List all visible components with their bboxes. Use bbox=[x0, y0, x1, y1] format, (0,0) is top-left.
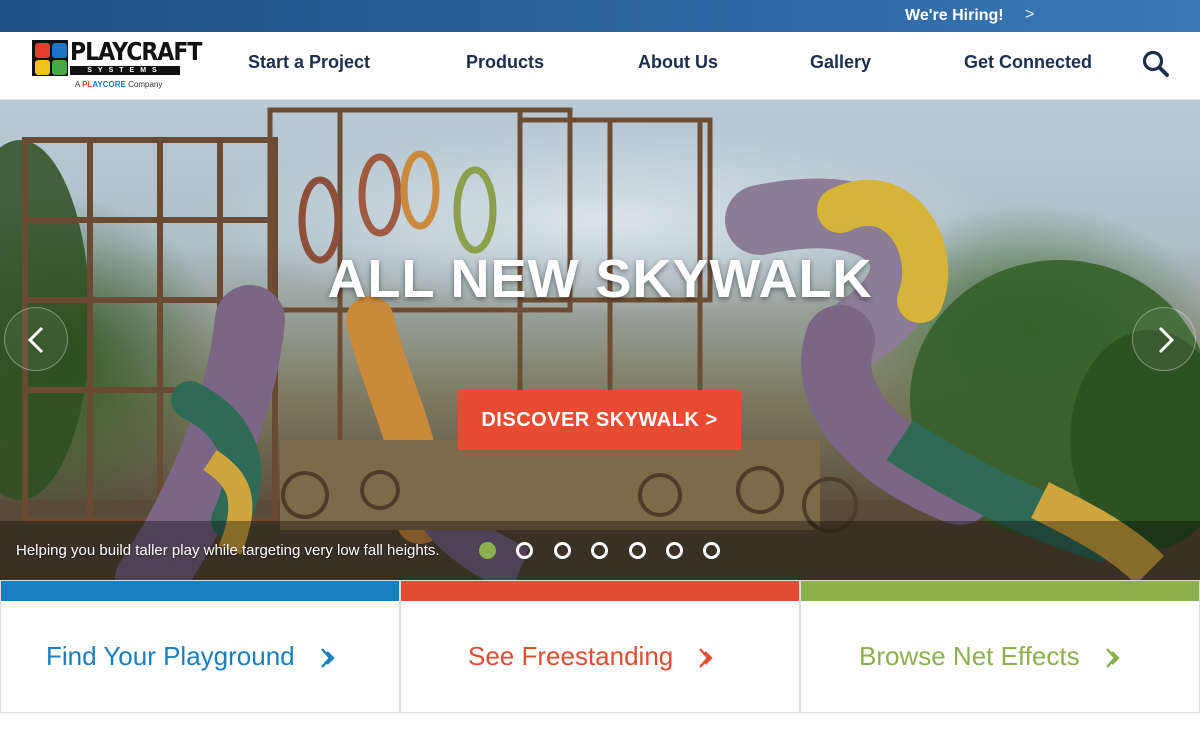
carousel-prev-button[interactable] bbox=[4, 307, 68, 371]
double-chevron-right-icon bbox=[699, 648, 713, 668]
search-icon bbox=[1142, 50, 1169, 77]
logo-mark-icon bbox=[32, 40, 68, 76]
logo-tagline: A PLAYCORE Company bbox=[75, 80, 163, 89]
carousel-dot-3[interactable] bbox=[554, 542, 571, 559]
playground-hero-image bbox=[0, 107, 1200, 580]
nav-about-us[interactable]: About Us bbox=[638, 52, 718, 73]
search-button[interactable] bbox=[1140, 48, 1172, 80]
discover-skywalk-button[interactable]: DISCOVER SKYWALK > bbox=[458, 390, 741, 450]
double-chevron-right-icon bbox=[321, 648, 335, 668]
carousel-dot-4[interactable] bbox=[591, 542, 608, 559]
site-header: PLAYCRAFT SYSTEMS A PLAYCORE Company Sta… bbox=[0, 32, 1200, 100]
double-chevron-right-icon bbox=[1106, 648, 1120, 668]
card-browse-net-effects[interactable]: Browse Net Effects bbox=[800, 580, 1200, 713]
carousel-dot-2[interactable] bbox=[516, 542, 533, 559]
card-label: Browse Net Effects bbox=[859, 641, 1080, 671]
slide-caption: Helping you build taller play while targ… bbox=[16, 542, 440, 559]
card-strip bbox=[401, 581, 799, 601]
chevron-left-icon bbox=[27, 326, 44, 354]
logo-wordmark: PLAYCRAFT bbox=[70, 38, 202, 67]
carousel-dot-6[interactable] bbox=[666, 542, 683, 559]
nav-products[interactable]: Products bbox=[466, 52, 544, 73]
feature-cards: Find Your Playground See Freestanding Br… bbox=[0, 580, 1200, 713]
nav-gallery[interactable]: Gallery bbox=[810, 52, 871, 73]
carousel-dot-7[interactable] bbox=[703, 542, 720, 559]
card-strip bbox=[1, 581, 399, 601]
hiring-link[interactable]: We're Hiring! bbox=[905, 7, 1004, 25]
playcraft-logo[interactable]: PLAYCRAFT SYSTEMS A PLAYCORE Company bbox=[32, 38, 202, 92]
card-label: Find Your Playground bbox=[46, 641, 295, 671]
card-find-your-playground[interactable]: Find Your Playground bbox=[0, 580, 400, 713]
carousel-dot-1[interactable] bbox=[479, 542, 496, 559]
carousel-next-button[interactable] bbox=[1132, 307, 1196, 371]
card-see-freestanding[interactable]: See Freestanding bbox=[400, 580, 800, 713]
hiring-arrow-icon[interactable]: > bbox=[1025, 6, 1034, 24]
top-announcement-bar: We're Hiring! > bbox=[0, 0, 1200, 32]
hero-carousel: ALL NEW SKYWALK DISCOVER SKYWALK > Helpi… bbox=[0, 100, 1200, 580]
card-strip bbox=[801, 581, 1199, 601]
card-label: See Freestanding bbox=[468, 641, 674, 671]
nav-get-connected[interactable]: Get Connected bbox=[964, 52, 1092, 73]
logo-systems: SYSTEMS bbox=[70, 66, 180, 75]
chevron-right-icon bbox=[1158, 326, 1175, 354]
cta-arrow-icon: > bbox=[705, 409, 718, 431]
nav-start-a-project[interactable]: Start a Project bbox=[248, 52, 370, 73]
hero-title: ALL NEW SKYWALK bbox=[327, 249, 873, 309]
carousel-dot-5[interactable] bbox=[629, 542, 646, 559]
